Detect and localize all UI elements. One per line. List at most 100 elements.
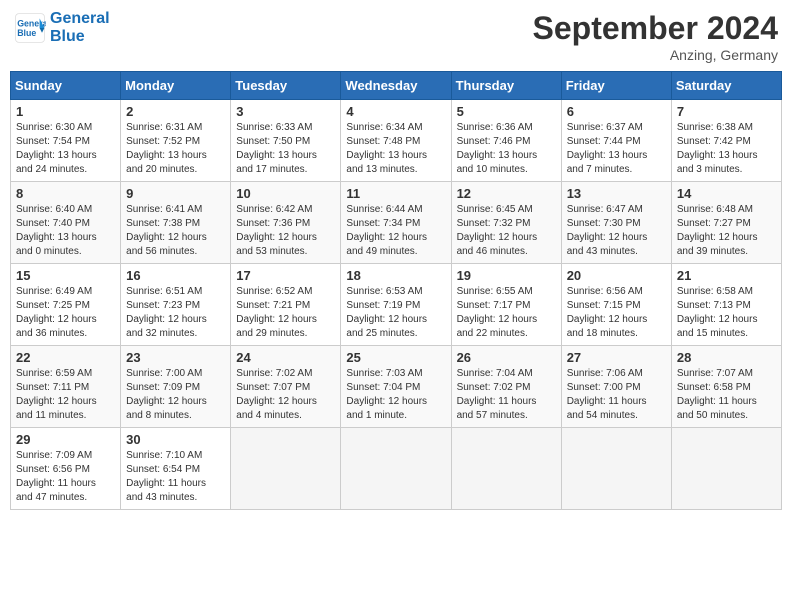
day-info: Sunrise: 7:02 AM Sunset: 7:07 PM Dayligh…	[236, 367, 335, 423]
day-cell: 21 Sunrise: 6:58 AM Sunset: 7:13 PM Dayl…	[671, 264, 781, 346]
day-info: Sunrise: 6:40 AM Sunset: 7:40 PM Dayligh…	[16, 203, 115, 259]
day-cell: 13 Sunrise: 6:47 AM Sunset: 7:30 PM Dayl…	[561, 182, 671, 264]
day-cell	[341, 428, 451, 510]
week-row-4: 22 Sunrise: 6:59 AM Sunset: 7:11 PM Dayl…	[11, 346, 782, 428]
day-info: Sunrise: 6:38 AM Sunset: 7:42 PM Dayligh…	[677, 121, 776, 177]
day-cell: 30 Sunrise: 7:10 AM Sunset: 6:54 PM Dayl…	[121, 428, 231, 510]
day-info: Sunrise: 7:07 AM Sunset: 6:58 PM Dayligh…	[677, 367, 776, 423]
day-number: 30	[126, 432, 225, 447]
day-number: 22	[16, 350, 115, 365]
day-cell: 17 Sunrise: 6:52 AM Sunset: 7:21 PM Dayl…	[231, 264, 341, 346]
day-info: Sunrise: 6:45 AM Sunset: 7:32 PM Dayligh…	[457, 203, 556, 259]
day-info: Sunrise: 7:10 AM Sunset: 6:54 PM Dayligh…	[126, 449, 225, 505]
day-cell	[561, 428, 671, 510]
day-number: 15	[16, 268, 115, 283]
day-number: 5	[457, 104, 556, 119]
day-number: 17	[236, 268, 335, 283]
day-number: 8	[16, 186, 115, 201]
col-header-monday: Monday	[121, 72, 231, 100]
day-number: 10	[236, 186, 335, 201]
day-info: Sunrise: 7:09 AM Sunset: 6:56 PM Dayligh…	[16, 449, 115, 505]
day-number: 18	[346, 268, 445, 283]
day-number: 13	[567, 186, 666, 201]
day-cell: 10 Sunrise: 6:42 AM Sunset: 7:36 PM Dayl…	[231, 182, 341, 264]
week-row-5: 29 Sunrise: 7:09 AM Sunset: 6:56 PM Dayl…	[11, 428, 782, 510]
day-cell: 26 Sunrise: 7:04 AM Sunset: 7:02 PM Dayl…	[451, 346, 561, 428]
day-cell: 18 Sunrise: 6:53 AM Sunset: 7:19 PM Dayl…	[341, 264, 451, 346]
day-number: 7	[677, 104, 776, 119]
day-info: Sunrise: 6:55 AM Sunset: 7:17 PM Dayligh…	[457, 285, 556, 341]
day-number: 9	[126, 186, 225, 201]
day-number: 6	[567, 104, 666, 119]
day-cell: 19 Sunrise: 6:55 AM Sunset: 7:17 PM Dayl…	[451, 264, 561, 346]
day-number: 4	[346, 104, 445, 119]
logo-text: General Blue	[50, 10, 110, 45]
page-header: General Blue General Blue September 2024…	[10, 10, 782, 63]
day-number: 11	[346, 186, 445, 201]
day-info: Sunrise: 7:03 AM Sunset: 7:04 PM Dayligh…	[346, 367, 445, 423]
logo: General Blue General Blue	[14, 10, 110, 45]
day-number: 24	[236, 350, 335, 365]
day-number: 19	[457, 268, 556, 283]
day-number: 1	[16, 104, 115, 119]
day-cell: 5 Sunrise: 6:36 AM Sunset: 7:46 PM Dayli…	[451, 100, 561, 182]
title-block: September 2024 Anzing, Germany	[533, 10, 778, 63]
day-cell: 15 Sunrise: 6:49 AM Sunset: 7:25 PM Dayl…	[11, 264, 121, 346]
col-header-wednesday: Wednesday	[341, 72, 451, 100]
day-info: Sunrise: 6:36 AM Sunset: 7:46 PM Dayligh…	[457, 121, 556, 177]
day-info: Sunrise: 6:34 AM Sunset: 7:48 PM Dayligh…	[346, 121, 445, 177]
day-info: Sunrise: 6:31 AM Sunset: 7:52 PM Dayligh…	[126, 121, 225, 177]
day-cell: 7 Sunrise: 6:38 AM Sunset: 7:42 PM Dayli…	[671, 100, 781, 182]
day-number: 3	[236, 104, 335, 119]
day-info: Sunrise: 6:33 AM Sunset: 7:50 PM Dayligh…	[236, 121, 335, 177]
day-info: Sunrise: 7:06 AM Sunset: 7:00 PM Dayligh…	[567, 367, 666, 423]
day-number: 16	[126, 268, 225, 283]
day-info: Sunrise: 6:52 AM Sunset: 7:21 PM Dayligh…	[236, 285, 335, 341]
day-number: 29	[16, 432, 115, 447]
col-header-sunday: Sunday	[11, 72, 121, 100]
day-number: 23	[126, 350, 225, 365]
day-cell: 11 Sunrise: 6:44 AM Sunset: 7:34 PM Dayl…	[341, 182, 451, 264]
day-number: 12	[457, 186, 556, 201]
day-info: Sunrise: 6:47 AM Sunset: 7:30 PM Dayligh…	[567, 203, 666, 259]
day-number: 26	[457, 350, 556, 365]
day-info: Sunrise: 7:00 AM Sunset: 7:09 PM Dayligh…	[126, 367, 225, 423]
day-cell: 4 Sunrise: 6:34 AM Sunset: 7:48 PM Dayli…	[341, 100, 451, 182]
day-info: Sunrise: 6:59 AM Sunset: 7:11 PM Dayligh…	[16, 367, 115, 423]
day-number: 14	[677, 186, 776, 201]
week-row-3: 15 Sunrise: 6:49 AM Sunset: 7:25 PM Dayl…	[11, 264, 782, 346]
calendar-table: SundayMondayTuesdayWednesdayThursdayFrid…	[10, 71, 782, 510]
day-info: Sunrise: 6:44 AM Sunset: 7:34 PM Dayligh…	[346, 203, 445, 259]
day-cell	[231, 428, 341, 510]
day-cell: 20 Sunrise: 6:56 AM Sunset: 7:15 PM Dayl…	[561, 264, 671, 346]
day-cell: 22 Sunrise: 6:59 AM Sunset: 7:11 PM Dayl…	[11, 346, 121, 428]
header-row: SundayMondayTuesdayWednesdayThursdayFrid…	[11, 72, 782, 100]
day-info: Sunrise: 6:56 AM Sunset: 7:15 PM Dayligh…	[567, 285, 666, 341]
svg-text:Blue: Blue	[17, 28, 36, 38]
col-header-thursday: Thursday	[451, 72, 561, 100]
day-number: 28	[677, 350, 776, 365]
day-cell: 24 Sunrise: 7:02 AM Sunset: 7:07 PM Dayl…	[231, 346, 341, 428]
day-info: Sunrise: 6:51 AM Sunset: 7:23 PM Dayligh…	[126, 285, 225, 341]
day-number: 27	[567, 350, 666, 365]
day-cell: 25 Sunrise: 7:03 AM Sunset: 7:04 PM Dayl…	[341, 346, 451, 428]
col-header-tuesday: Tuesday	[231, 72, 341, 100]
day-info: Sunrise: 6:42 AM Sunset: 7:36 PM Dayligh…	[236, 203, 335, 259]
day-cell: 28 Sunrise: 7:07 AM Sunset: 6:58 PM Dayl…	[671, 346, 781, 428]
day-cell: 16 Sunrise: 6:51 AM Sunset: 7:23 PM Dayl…	[121, 264, 231, 346]
day-info: Sunrise: 6:37 AM Sunset: 7:44 PM Dayligh…	[567, 121, 666, 177]
day-info: Sunrise: 6:41 AM Sunset: 7:38 PM Dayligh…	[126, 203, 225, 259]
day-info: Sunrise: 7:04 AM Sunset: 7:02 PM Dayligh…	[457, 367, 556, 423]
day-cell: 27 Sunrise: 7:06 AM Sunset: 7:00 PM Dayl…	[561, 346, 671, 428]
logo-icon: General Blue	[14, 12, 46, 44]
day-cell: 8 Sunrise: 6:40 AM Sunset: 7:40 PM Dayli…	[11, 182, 121, 264]
day-number: 20	[567, 268, 666, 283]
day-cell: 6 Sunrise: 6:37 AM Sunset: 7:44 PM Dayli…	[561, 100, 671, 182]
day-cell: 2 Sunrise: 6:31 AM Sunset: 7:52 PM Dayli…	[121, 100, 231, 182]
location: Anzing, Germany	[533, 47, 778, 63]
day-cell: 9 Sunrise: 6:41 AM Sunset: 7:38 PM Dayli…	[121, 182, 231, 264]
day-cell: 14 Sunrise: 6:48 AM Sunset: 7:27 PM Dayl…	[671, 182, 781, 264]
week-row-1: 1 Sunrise: 6:30 AM Sunset: 7:54 PM Dayli…	[11, 100, 782, 182]
day-info: Sunrise: 6:30 AM Sunset: 7:54 PM Dayligh…	[16, 121, 115, 177]
day-number: 2	[126, 104, 225, 119]
